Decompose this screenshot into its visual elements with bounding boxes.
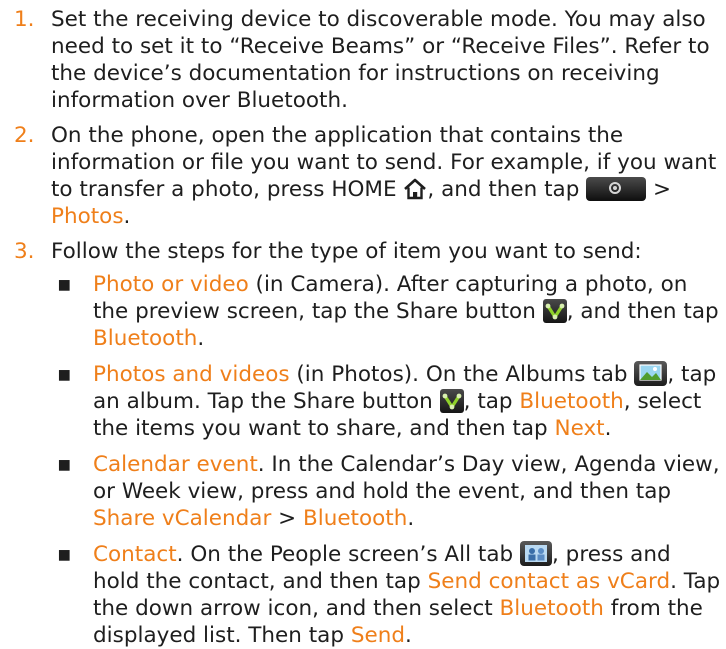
link-share-vcalendar: Share vCalendar	[93, 506, 272, 531]
bullet-photo-video: ▪ Photo or video (in Camera). After capt…	[57, 272, 719, 351]
bullet-marker: ▪	[57, 542, 72, 567]
link-bluetooth: Bluetooth	[93, 326, 198, 351]
step-text: On the phone, open the application that …	[51, 123, 717, 229]
step-1: 1. Set the receiving device to discovera…	[14, 6, 722, 114]
bullet-title: Calendar event	[93, 452, 258, 477]
share-icon	[439, 389, 464, 413]
step-number: 1.	[14, 7, 35, 32]
step-2: 2. On the phone, open the application th…	[14, 122, 722, 230]
bullet-photos-videos: ▪ Photos and videos (in Photos). On the …	[57, 361, 717, 441]
people-all-tab-icon	[520, 541, 553, 566]
bullet-marker: ▪	[57, 272, 72, 297]
camera-icon	[586, 177, 647, 201]
bullet-title: Contact	[93, 542, 177, 567]
link-bluetooth: Bluetooth	[499, 596, 604, 621]
albums-tab-icon	[634, 361, 668, 386]
link-bluetooth: Bluetooth	[302, 506, 408, 531]
step-number: 2.	[14, 123, 35, 148]
bullet-calendar-event: ▪ Calendar event. In the Calendar’s Day …	[57, 452, 720, 531]
link-bluetooth: Bluetooth	[519, 389, 624, 414]
bullet-contact: ▪ Contact. On the People screen’s All ta…	[57, 541, 721, 648]
link-photos: Photos	[51, 204, 124, 229]
bullet-marker: ▪	[57, 452, 72, 477]
step-text: Set the receiving device to discoverable…	[51, 7, 710, 113]
step-text: Follow the steps for the type of item yo…	[51, 239, 642, 264]
link-send-contact-as-vcard: Send contact as vCard	[427, 569, 671, 594]
home-icon	[403, 178, 427, 200]
bullet-title: Photo or video	[93, 272, 249, 297]
link-next: Next	[554, 416, 605, 441]
step-3: 3. Follow the steps for the type of item…	[14, 238, 722, 649]
bullet-marker: ▪	[57, 362, 72, 387]
bullet-list: ▪ Photo or video (in Camera). After capt…	[51, 271, 722, 649]
manual-page: 1. Set the receiving device to discovera…	[0, 0, 726, 648]
link-send: Send	[350, 623, 405, 648]
share-icon	[542, 299, 567, 323]
bullet-title: Photos and videos	[93, 362, 290, 387]
step-number: 3.	[14, 239, 35, 264]
